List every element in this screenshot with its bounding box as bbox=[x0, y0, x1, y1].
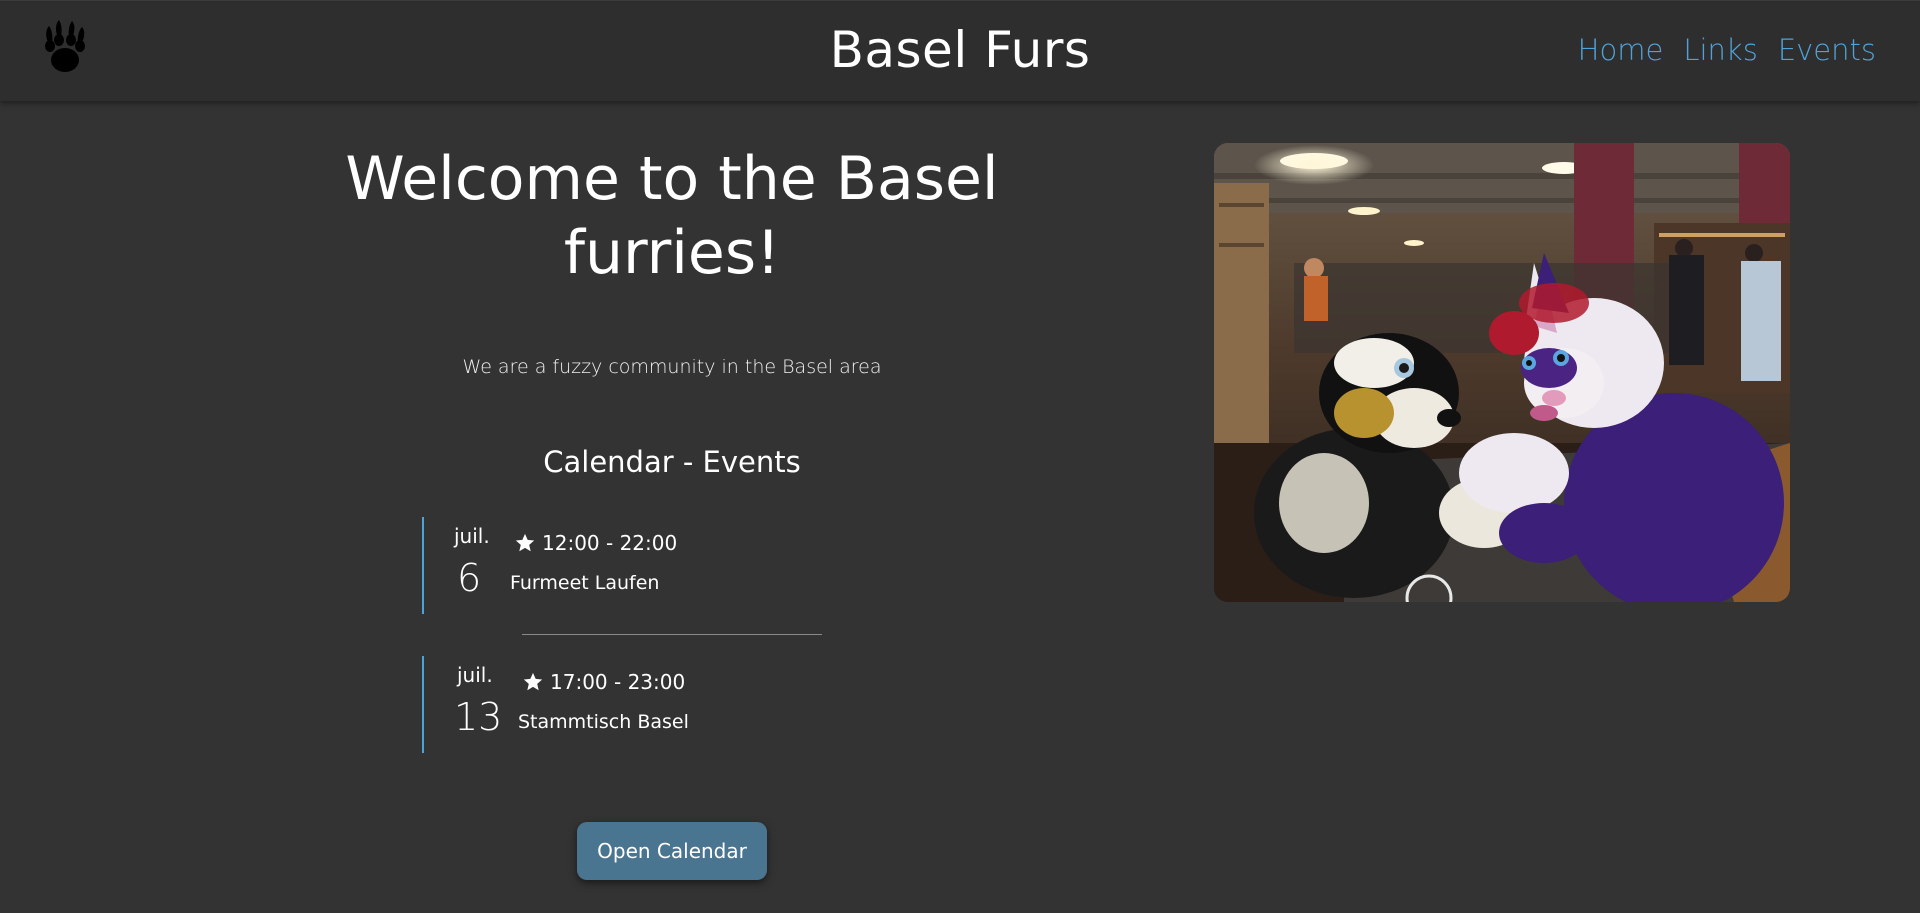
event-name: Furmeet Laufen bbox=[510, 572, 660, 594]
star-icon bbox=[523, 672, 543, 691]
event-time: 17:00 - 23:00 bbox=[522, 670, 685, 694]
event-month: juil. bbox=[454, 524, 490, 548]
event-day: 6 bbox=[457, 556, 482, 600]
calendar-title: Calendar - Events bbox=[543, 445, 801, 479]
open-calendar-button[interactable]: Open Calendar bbox=[577, 822, 767, 880]
event-time-label: 17:00 - 23:00 bbox=[550, 670, 686, 694]
nav-links-link[interactable]: Links bbox=[1683, 33, 1758, 67]
site-header: Basel Furs Home Links Events bbox=[0, 0, 1920, 101]
nav-events-link[interactable]: Events bbox=[1778, 33, 1876, 67]
main-nav: Home Links Events bbox=[1578, 33, 1876, 67]
event-name: Stammtisch Basel bbox=[518, 711, 689, 733]
star-icon bbox=[515, 533, 535, 552]
event-item[interactable]: juil. 6 12:00 - 22:00 Furmeet Laufen bbox=[422, 517, 742, 614]
paw-icon[interactable] bbox=[41, 20, 89, 76]
nav-home-link[interactable]: Home bbox=[1578, 33, 1664, 67]
event-time-label: 12:00 - 22:00 bbox=[542, 531, 678, 555]
event-item[interactable]: juil. 13 17:00 - 23:00 Stammtisch Basel bbox=[422, 656, 742, 753]
welcome-heading: Welcome to the Basel furries! bbox=[345, 144, 999, 288]
community-photo bbox=[1214, 143, 1790, 602]
event-time: 12:00 - 22:00 bbox=[514, 531, 677, 555]
event-month: juil. bbox=[457, 663, 493, 687]
event-day: 13 bbox=[454, 695, 503, 739]
event-divider bbox=[522, 634, 822, 635]
tagline: We are a fuzzy community in the Basel ar… bbox=[462, 356, 882, 378]
